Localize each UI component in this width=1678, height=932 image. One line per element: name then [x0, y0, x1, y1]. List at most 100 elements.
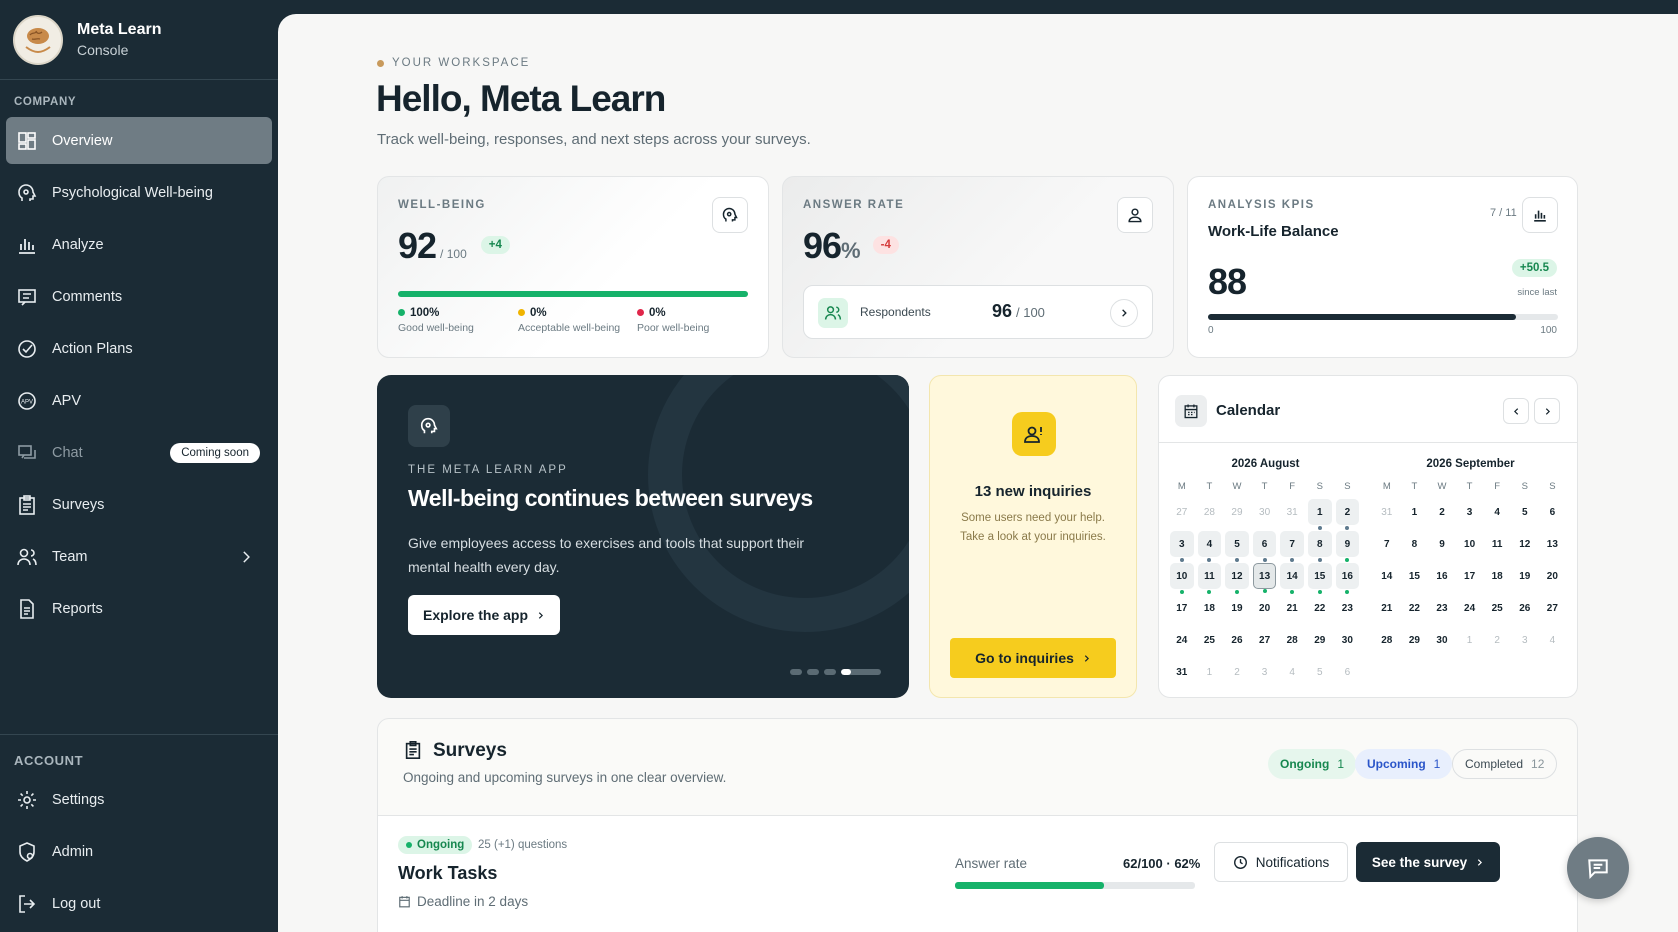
calendar-day[interactable]: 24	[1456, 595, 1484, 621]
calendar-day[interactable]: 19	[1511, 563, 1539, 589]
calendar-day[interactable]: 18	[1196, 595, 1224, 621]
calendar-day[interactable]: 4	[1278, 659, 1306, 685]
calendar-day[interactable]: 31	[1278, 499, 1306, 525]
calendar-next-button[interactable]	[1534, 398, 1560, 424]
tab-upcoming[interactable]: Upcoming 1	[1355, 749, 1453, 779]
calendar-day[interactable]: 28	[1278, 627, 1306, 653]
sidebar-item-chat[interactable]: Chat Coming soon	[6, 429, 272, 476]
sidebar-item-analyze[interactable]: Analyze	[6, 221, 272, 268]
answer-rate-user-button[interactable]	[1117, 197, 1153, 233]
sidebar-item-comments[interactable]: Comments	[6, 273, 272, 320]
calendar-day[interactable]: 5	[1306, 659, 1334, 685]
see-survey-button[interactable]: See the survey	[1356, 842, 1500, 882]
survey-row[interactable]: Ongoing 25 (+1) questions Work Tasks Dea…	[378, 815, 1577, 932]
calendar-day[interactable]: 8	[1307, 531, 1332, 562]
calendar-day[interactable]: 30	[1251, 499, 1279, 525]
calendar-day[interactable]: 2	[1483, 627, 1511, 653]
calendar-day[interactable]: 27	[1168, 499, 1196, 525]
calendar-day[interactable]: 4	[1539, 627, 1567, 653]
calendar-day[interactable]: 16	[1335, 563, 1360, 594]
calendar-day[interactable]: 26	[1223, 627, 1251, 653]
calendar-day[interactable]: 7	[1373, 531, 1401, 557]
calendar-day-today[interactable]: 13	[1252, 563, 1277, 593]
calendar-day[interactable]: 12	[1225, 563, 1249, 594]
calendar-day[interactable]: 6	[1334, 659, 1362, 685]
calendar-day[interactable]: 30	[1428, 627, 1456, 653]
calendar-day[interactable]: 7	[1280, 531, 1304, 562]
calendar-day[interactable]: 28	[1196, 499, 1224, 525]
explore-app-button[interactable]: Explore the app	[408, 595, 560, 635]
calendar-day[interactable]: 8	[1401, 531, 1429, 557]
calendar-day[interactable]: 25	[1196, 627, 1224, 653]
notifications-button[interactable]: Notifications	[1214, 842, 1348, 882]
chat-fab-button[interactable]	[1567, 837, 1629, 899]
carousel-dot[interactable]	[807, 669, 819, 675]
calendar-day[interactable]: 15	[1401, 563, 1429, 589]
respondents-row[interactable]: Respondents 96 / 100	[803, 285, 1153, 339]
calendar-day[interactable]: 28	[1373, 627, 1401, 653]
tab-completed[interactable]: Completed 12	[1452, 749, 1558, 779]
sidebar-item-settings[interactable]: Settings	[6, 776, 272, 823]
calendar-day[interactable]: 1	[1456, 627, 1484, 653]
sidebar-item-surveys[interactable]: Surveys	[6, 481, 272, 528]
calendar-day[interactable]: 6	[1252, 531, 1277, 562]
calendar-day[interactable]: 1	[1401, 499, 1429, 525]
calendar-day[interactable]: 17	[1456, 563, 1484, 589]
brand[interactable]: Meta Learn Console	[0, 0, 278, 80]
calendar-day[interactable]: 26	[1511, 595, 1539, 621]
calendar-day[interactable]: 12	[1511, 531, 1539, 557]
sidebar-item-team[interactable]: Team	[6, 533, 272, 580]
kpi-chart-button[interactable]	[1522, 197, 1558, 233]
calendar-day[interactable]: 30	[1334, 627, 1362, 653]
calendar-day[interactable]: 14	[1280, 563, 1304, 594]
wellbeing-head-button[interactable]	[712, 197, 748, 233]
calendar-day[interactable]: 20	[1539, 563, 1567, 589]
calendar-day[interactable]: 24	[1168, 627, 1196, 653]
calendar-day[interactable]: 5	[1225, 531, 1249, 562]
wellbeing-card[interactable]: WELL-BEING 92 / 100 +4 100% Good well-bei…	[377, 176, 769, 358]
calendar-day[interactable]: 3	[1456, 499, 1484, 525]
calendar-day[interactable]: 23	[1334, 595, 1362, 621]
sidebar-item-reports[interactable]: Reports	[6, 585, 272, 632]
calendar-day[interactable]: 25	[1483, 595, 1511, 621]
calendar-day[interactable]: 2	[1428, 499, 1456, 525]
calendar-day[interactable]: 19	[1223, 595, 1251, 621]
kpi-card[interactable]: ANALYSIS KPIS 7 / 11 Work-Life Balance 8…	[1187, 176, 1578, 358]
sidebar-item-admin[interactable]: Admin	[6, 828, 272, 875]
answer-rate-card[interactable]: ANSWER RATE 96 % -4 Respondents 96 / 100	[782, 176, 1174, 358]
sidebar-item-apv[interactable]: APV APV	[6, 377, 272, 424]
calendar-day[interactable]: 11	[1483, 531, 1511, 557]
calendar-day[interactable]: 15	[1307, 563, 1332, 594]
calendar-day[interactable]: 27	[1251, 627, 1279, 653]
calendar-day[interactable]: 11	[1197, 563, 1222, 594]
respondents-open-button[interactable]	[1110, 299, 1138, 327]
calendar-day[interactable]: 14	[1373, 563, 1401, 589]
calendar-day[interactable]: 3	[1511, 627, 1539, 653]
calendar-day[interactable]: 1	[1196, 659, 1224, 685]
calendar-day[interactable]: 16	[1428, 563, 1456, 589]
calendar-day[interactable]: 21	[1373, 595, 1401, 621]
calendar-day[interactable]: 23	[1428, 595, 1456, 621]
carousel-dot[interactable]	[824, 669, 836, 675]
calendar-day[interactable]: 18	[1483, 563, 1511, 589]
calendar-day[interactable]: 17	[1168, 595, 1196, 621]
calendar-day[interactable]: 3	[1251, 659, 1279, 685]
sidebar-item-psychological-well-being[interactable]: Psychological Well-being	[6, 169, 272, 216]
calendar-day[interactable]: 13	[1539, 531, 1567, 557]
calendar-day[interactable]: 22	[1401, 595, 1429, 621]
calendar-day[interactable]: 20	[1251, 595, 1279, 621]
calendar-day[interactable]: 10	[1170, 563, 1194, 594]
calendar-day[interactable]: 2	[1335, 499, 1360, 530]
calendar-day[interactable]: 5	[1511, 499, 1539, 525]
tab-ongoing[interactable]: Ongoing 1	[1268, 749, 1357, 779]
calendar-day[interactable]: 31	[1373, 499, 1401, 525]
calendar-day[interactable]: 6	[1539, 499, 1567, 525]
carousel-dot[interactable]	[790, 669, 802, 675]
calendar-day[interactable]: 9	[1428, 531, 1456, 557]
calendar-day[interactable]: 2	[1223, 659, 1251, 685]
calendar-day[interactable]: 31	[1168, 659, 1196, 685]
sidebar-item-logout[interactable]: Log out	[6, 880, 272, 927]
sidebar-item-action-plans[interactable]: Action Plans	[6, 325, 272, 372]
calendar-day[interactable]: 4	[1197, 531, 1222, 562]
calendar-day[interactable]: 29	[1223, 499, 1251, 525]
